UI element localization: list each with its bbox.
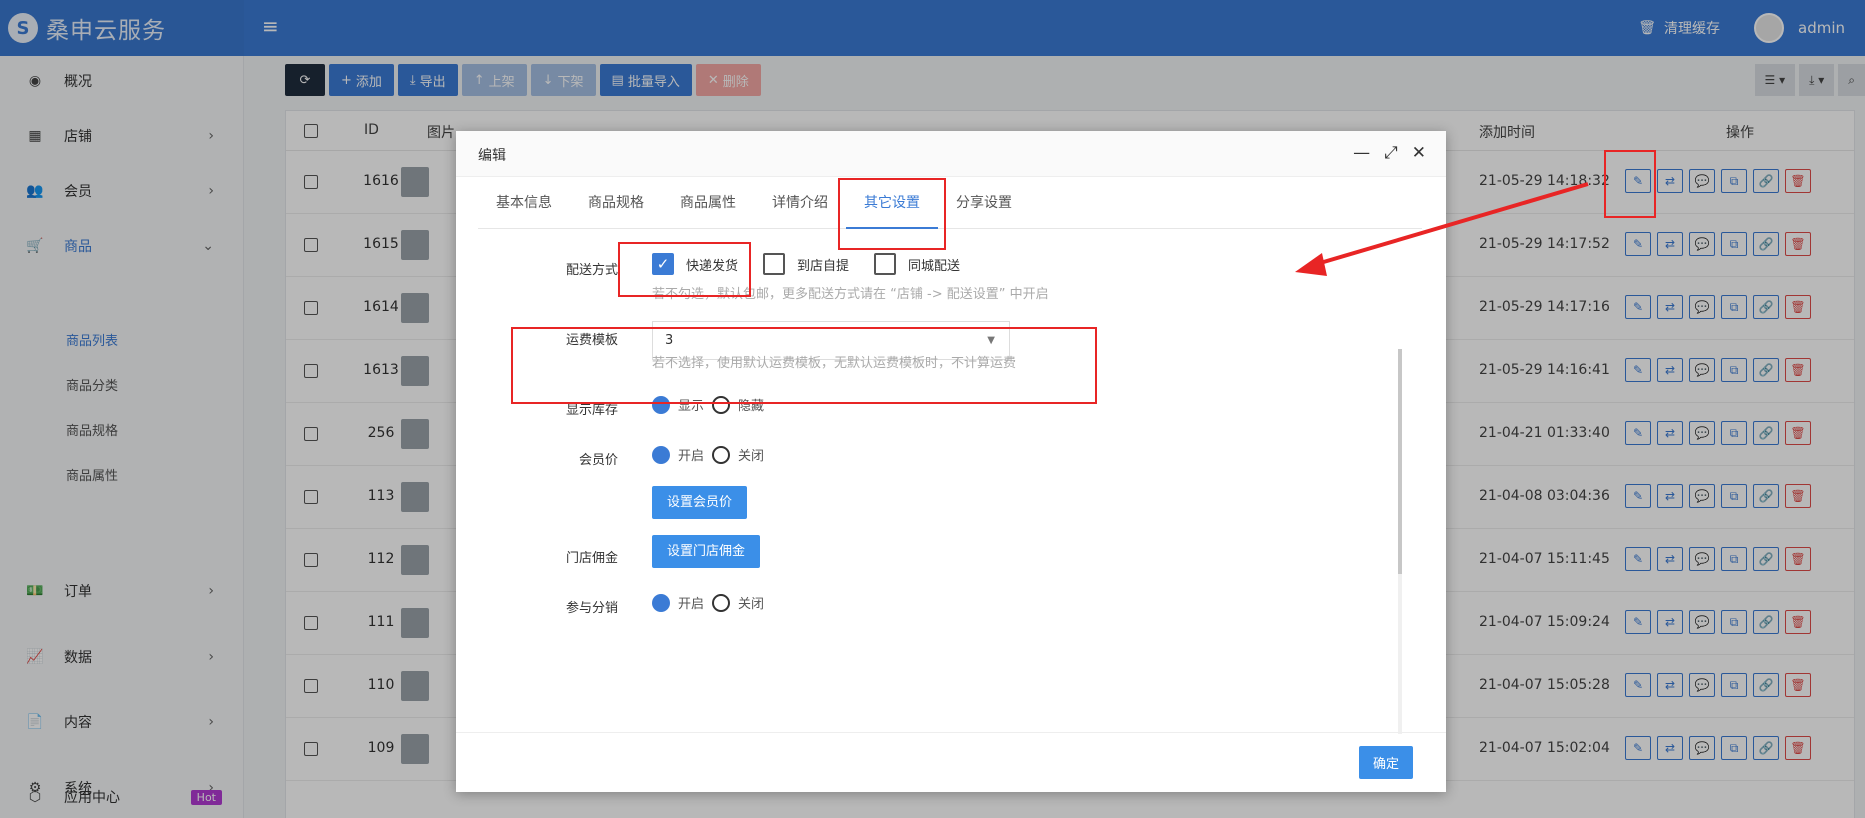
annotation-arrow [1295, 182, 1589, 276]
